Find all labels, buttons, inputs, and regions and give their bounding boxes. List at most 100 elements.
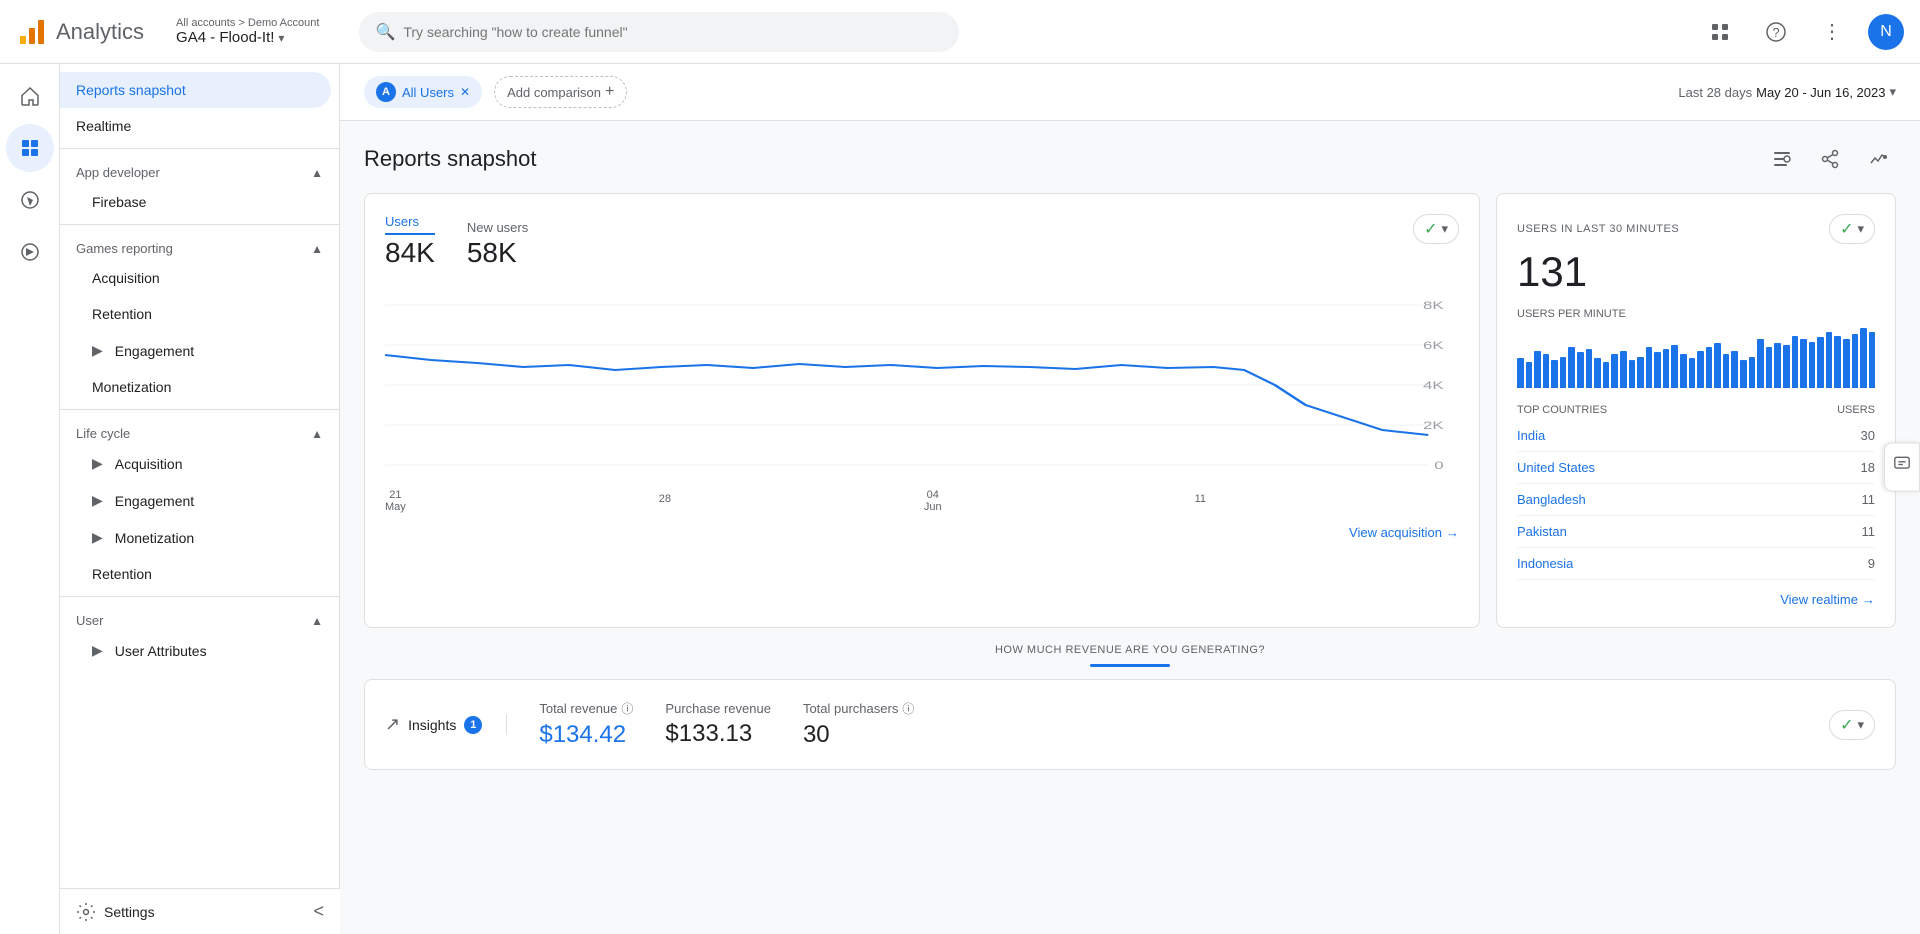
bar — [1714, 343, 1721, 388]
bar — [1646, 347, 1653, 388]
search-bar[interactable]: 🔍 — [359, 12, 959, 52]
users-compare-button[interactable]: ✓ ▾ — [1413, 214, 1459, 244]
realtime-compare-button[interactable]: ✓ ▾ — [1829, 214, 1875, 244]
country-link[interactable]: Bangladesh — [1517, 492, 1586, 507]
sidebar-item-firebase[interactable]: Firebase — [60, 184, 331, 220]
total-purchasers-metric: Total purchasers ⓘ 30 — [803, 700, 914, 749]
metrics-row: Users 84K New users 58K — [385, 214, 1459, 269]
lc-monetization-expand-icon: ▶ — [92, 529, 103, 546]
logo-area: Analytics — [16, 16, 144, 48]
countries-col-header: TOP COUNTRIES — [1517, 404, 1769, 420]
bar — [1852, 334, 1859, 388]
new-users-label: New users — [467, 220, 528, 235]
nav-right-actions: ? ⋮ N — [1700, 12, 1904, 52]
bar — [1757, 339, 1764, 388]
search-input[interactable] — [403, 24, 943, 40]
customize-report-button[interactable] — [1764, 141, 1800, 177]
users-metric: Users 84K — [385, 214, 435, 269]
insights-button[interactable] — [1860, 141, 1896, 177]
bar — [1706, 347, 1713, 388]
settings-button[interactable]: Settings — [76, 902, 155, 922]
bar — [1740, 360, 1747, 389]
realtime-dropdown-icon: ▾ — [1857, 221, 1864, 237]
country-row: Pakistan11 — [1517, 516, 1875, 548]
avatar[interactable]: N — [1868, 14, 1904, 50]
revenue-compare-button[interactable]: ✓ ▾ — [1829, 710, 1875, 740]
bar — [1629, 360, 1636, 389]
games-reporting-chevron: ▲ — [311, 242, 323, 256]
realtime-section-title: USERS IN LAST 30 MINUTES — [1517, 223, 1679, 235]
country-link[interactable]: Pakistan — [1517, 524, 1567, 539]
country-link[interactable]: Indonesia — [1517, 556, 1573, 571]
date-prefix: Last 28 days — [1678, 85, 1752, 100]
sidebar-item-lc-monetization[interactable]: ▶ Monetization — [60, 519, 331, 556]
svg-text:?: ? — [1772, 25, 1779, 40]
view-acquisition-link[interactable]: View acquisition → — [385, 525, 1459, 540]
bar — [1594, 358, 1601, 388]
arrow-right-icon: → — [1446, 525, 1459, 540]
bar — [1663, 349, 1670, 388]
nav-title: Analytics — [56, 19, 144, 45]
country-link[interactable]: India — [1517, 428, 1545, 443]
rail-advertising[interactable] — [6, 228, 54, 276]
date-range-selector[interactable]: Last 28 days May 20 - Jun 16, 2023 ▾ — [1678, 84, 1896, 100]
rail-explore[interactable] — [6, 176, 54, 224]
bar — [1783, 345, 1790, 389]
bar — [1568, 347, 1575, 388]
help-button[interactable]: ? — [1756, 12, 1796, 52]
new-users-metric: New users 58K — [467, 220, 528, 269]
reports-snapshot-label: Reports snapshot — [76, 82, 186, 98]
user-attributes-expand-icon: ▶ — [92, 642, 103, 659]
sidebar-item-lc-acquisition[interactable]: ▶ Acquisition — [60, 445, 331, 482]
rail-reports[interactable] — [6, 124, 54, 172]
sidebar-section-app-developer[interactable]: App developer ▲ — [60, 153, 339, 184]
sidebar-section-user[interactable]: User ▲ — [60, 601, 339, 632]
bar — [1834, 336, 1841, 389]
bar — [1817, 337, 1824, 388]
sidebar-item-acquisition[interactable]: Acquisition — [60, 260, 331, 296]
view-realtime-link[interactable]: View realtime → — [1517, 592, 1875, 607]
bar — [1620, 351, 1627, 389]
account-selector[interactable]: All accounts > Demo Account GA4 - Flood-… — [176, 17, 319, 46]
bar — [1731, 351, 1738, 389]
sidebar-item-retention[interactable]: Retention — [60, 296, 331, 332]
collapse-sidebar-button[interactable]: < — [313, 901, 324, 922]
share-button[interactable] — [1812, 141, 1848, 177]
sidebar-section-games-reporting[interactable]: Games reporting ▲ — [60, 229, 339, 260]
user-chevron: ▲ — [311, 614, 323, 628]
bar — [1749, 357, 1756, 389]
sidebar-item-engagement[interactable]: ▶ Engagement — [60, 332, 331, 369]
main-toolbar: A All Users ✕ Add comparison + Last 28 d… — [340, 64, 1920, 121]
feedback-button[interactable] — [1884, 443, 1920, 492]
sidebar-item-reports-snapshot[interactable]: Reports snapshot — [60, 72, 331, 108]
svg-text:2K: 2K — [1423, 420, 1444, 432]
sidebar-section-life-cycle[interactable]: Life cycle ▲ — [60, 414, 339, 445]
bar — [1543, 354, 1550, 388]
bar — [1869, 332, 1876, 388]
sidebar-item-realtime[interactable]: Realtime — [60, 108, 331, 144]
revenue-section: HOW MUCH REVENUE ARE YOU GENERATING? ↗ I… — [340, 644, 1920, 786]
svg-text:6K: 6K — [1423, 340, 1444, 352]
x-label-may28: 28 — [659, 489, 671, 513]
sidebar-item-monetization[interactable]: Monetization — [60, 369, 331, 405]
country-link[interactable]: United States — [1517, 460, 1595, 475]
account-path: All accounts > Demo Account — [176, 17, 319, 29]
revenue-check-icon: ✓ — [1840, 715, 1853, 735]
bar — [1800, 339, 1807, 388]
apps-button[interactable] — [1700, 12, 1740, 52]
revenue-card: ↗ Insights 1 Total revenue ⓘ $134.42 Pur… — [364, 679, 1896, 770]
rail-home[interactable] — [6, 72, 54, 120]
insights-label: Insights — [408, 717, 456, 733]
sidebar-item-lc-engagement[interactable]: ▶ Engagement — [60, 482, 331, 519]
add-comparison-button[interactable]: Add comparison + — [494, 76, 627, 108]
sidebar-item-lc-retention[interactable]: Retention — [60, 556, 331, 592]
bar — [1843, 339, 1850, 388]
sidebar-item-user-attributes[interactable]: ▶ User Attributes — [60, 632, 331, 669]
more-options-button[interactable]: ⋮ — [1812, 12, 1852, 52]
realtime-card: USERS IN LAST 30 MINUTES ✓ ▾ 131 USERS P… — [1496, 193, 1896, 628]
bar — [1637, 357, 1644, 389]
main-content: A All Users ✕ Add comparison + Last 28 d… — [340, 64, 1920, 934]
svg-text:0: 0 — [1434, 460, 1443, 472]
all-users-badge[interactable]: A All Users ✕ — [364, 76, 482, 108]
title-actions — [1764, 141, 1896, 177]
